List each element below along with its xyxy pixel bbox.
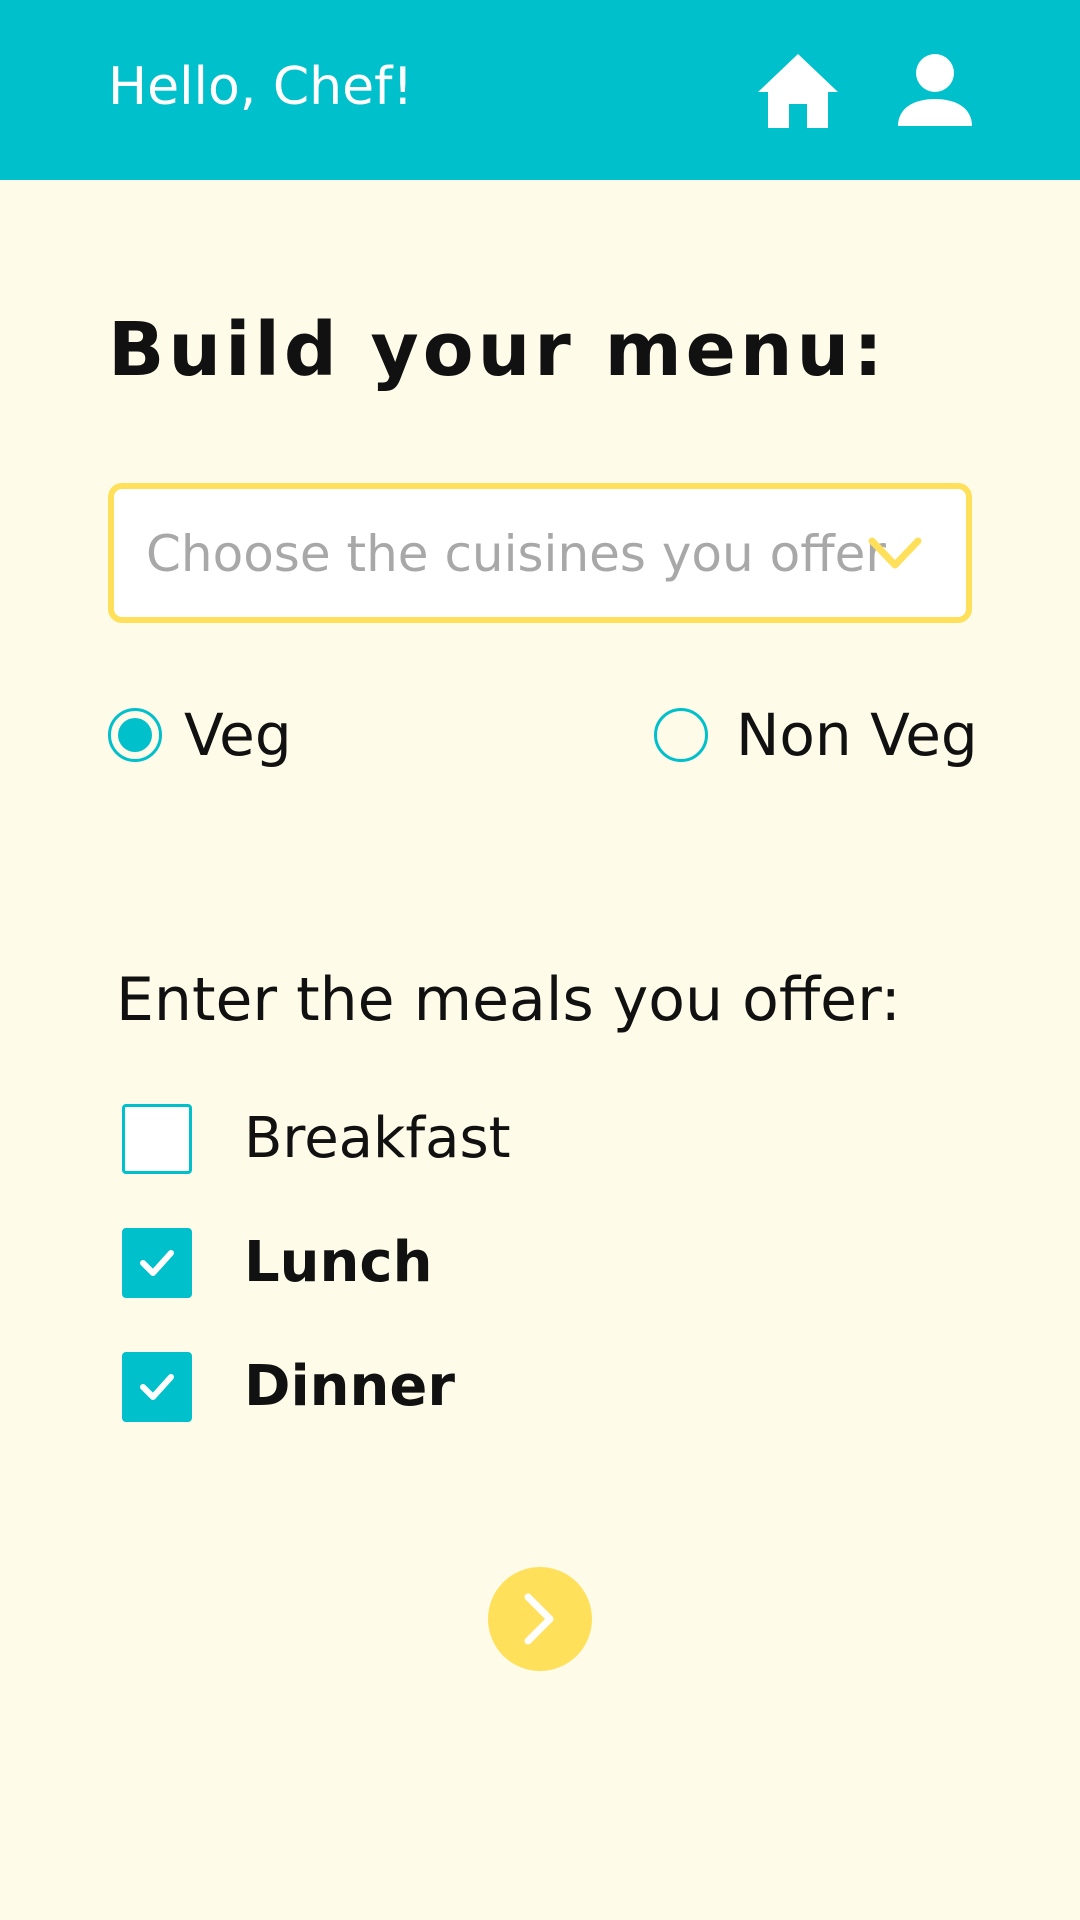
radio-selected-dot — [118, 718, 152, 752]
lunch-label: Lunch — [244, 1230, 433, 1295]
cuisine-select[interactable]: Choose the cuisines you offer — [108, 483, 972, 623]
chevron-right-icon — [524, 1593, 554, 1645]
checkmark-icon — [140, 1374, 174, 1400]
dinner-label: Dinner — [244, 1354, 456, 1419]
breakfast-checkbox[interactable] — [122, 1104, 192, 1174]
page-title: Build your menu: — [108, 307, 887, 393]
user-profile-icon — [898, 54, 972, 126]
radio-veg-label: Veg — [184, 701, 292, 769]
greeting-title: Hello, Chef! — [108, 57, 414, 117]
meals-heading: Enter the meals you offer: — [116, 965, 901, 1035]
app-bar: Hello, Chef! — [0, 0, 1080, 180]
next-button[interactable] — [488, 1567, 592, 1671]
profile-button[interactable] — [890, 48, 980, 138]
checkmark-icon — [140, 1250, 174, 1276]
breakfast-label: Breakfast — [244, 1106, 511, 1171]
cuisine-select-placeholder: Choose the cuisines you offer — [146, 525, 886, 583]
home-button[interactable] — [753, 48, 843, 138]
dinner-checkbox[interactable] — [122, 1352, 192, 1422]
radio-non-veg-circle[interactable] — [654, 708, 708, 762]
chevron-down-icon — [866, 533, 924, 573]
radio-non-veg-label: Non Veg — [736, 701, 978, 769]
radio-veg-circle[interactable] — [108, 708, 162, 762]
lunch-checkbox[interactable] — [122, 1228, 192, 1298]
home-icon — [758, 54, 838, 128]
